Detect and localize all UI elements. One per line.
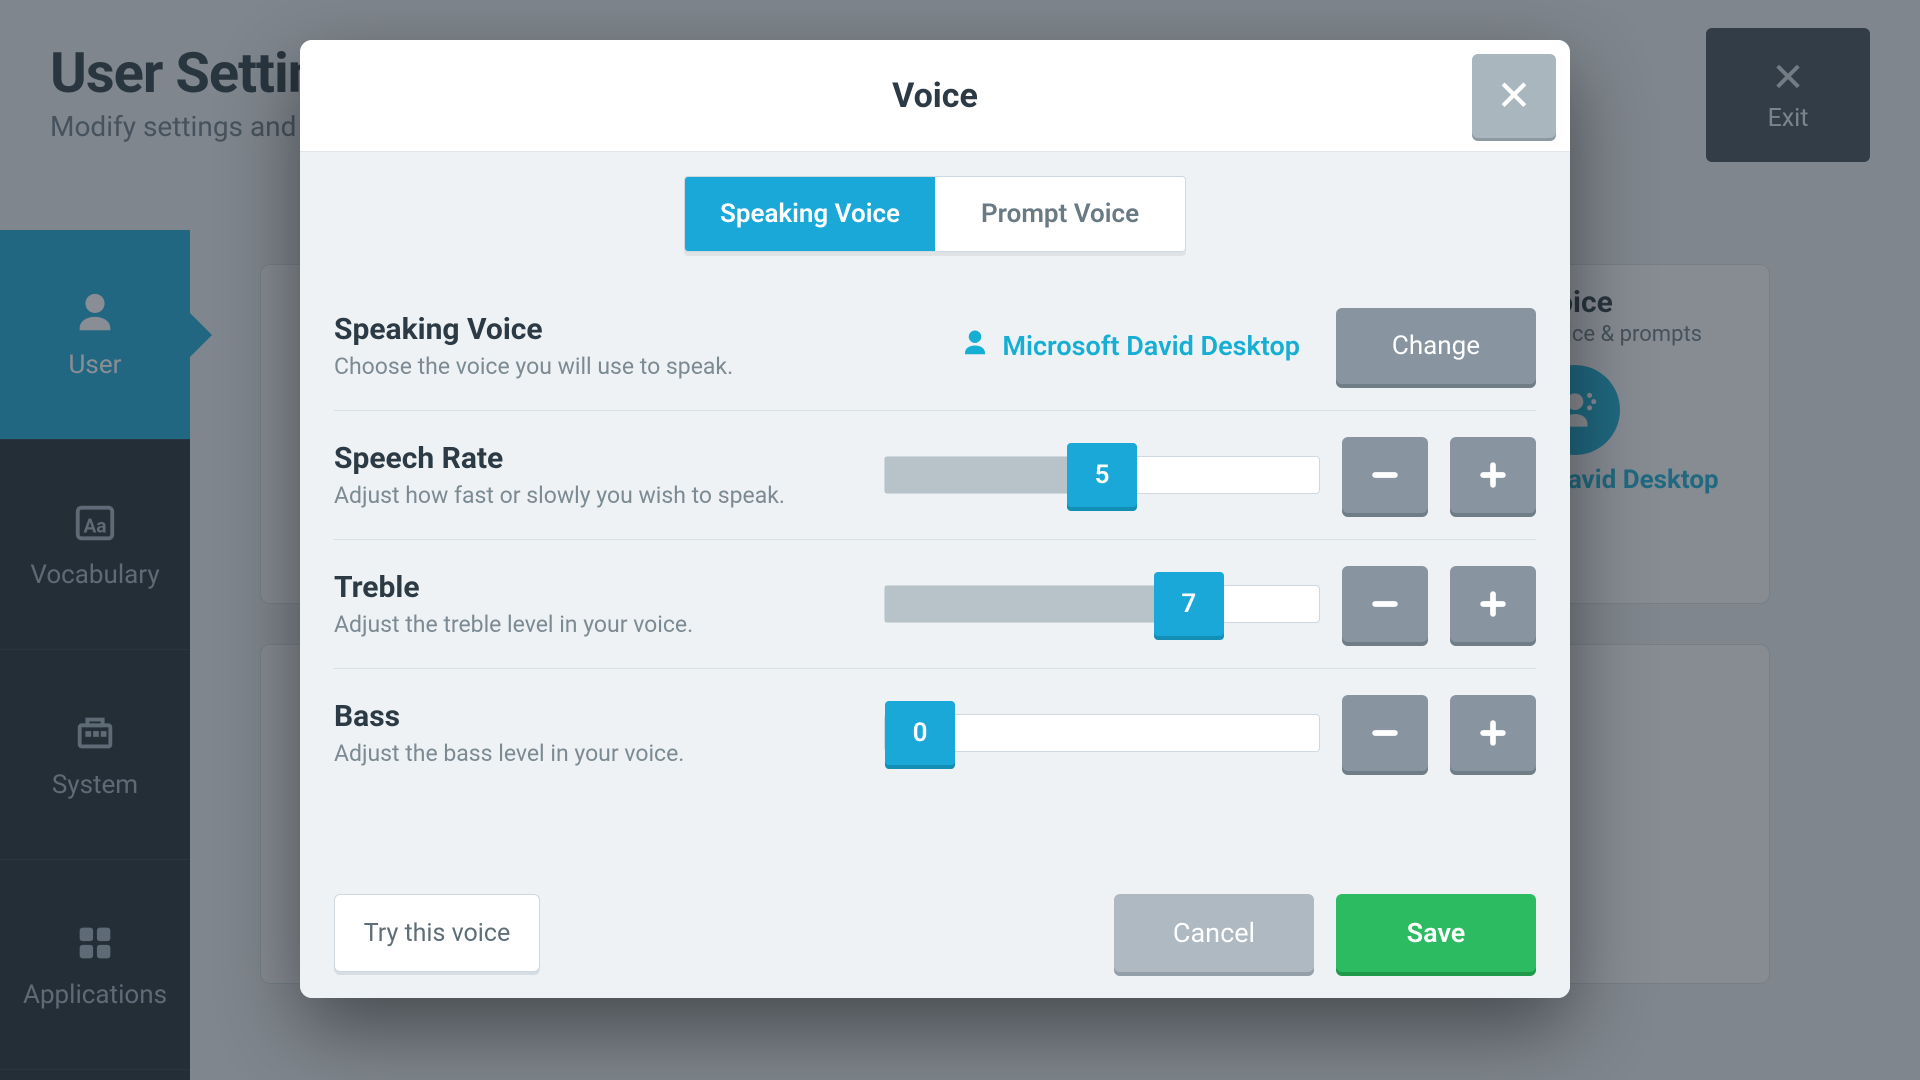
save-button[interactable]: Save: [1336, 894, 1536, 972]
row-heading: Speech Rate: [334, 441, 864, 476]
bass-slider[interactable]: 0: [884, 714, 1320, 752]
speech-rate-increase-button[interactable]: [1450, 437, 1536, 513]
modal-close-button[interactable]: ✕: [1472, 54, 1556, 138]
row-heading: Treble: [334, 570, 864, 605]
minus-icon: [1368, 458, 1402, 492]
plus-icon: [1476, 716, 1510, 750]
row-desc: Adjust the bass level in your voice.: [334, 740, 864, 767]
row-treble: Treble Adjust the treble level in your v…: [334, 540, 1536, 669]
row-desc: Adjust how fast or slowly you wish to sp…: [334, 482, 864, 509]
tab-speaking-voice[interactable]: Speaking Voice: [685, 177, 935, 251]
bass-decrease-button[interactable]: [1342, 695, 1428, 771]
close-icon: ✕: [1496, 71, 1531, 121]
modal-footer: Try this voice Cancel Save: [300, 868, 1570, 998]
slider-thumb[interactable]: 0: [885, 701, 955, 765]
user-icon: [960, 328, 990, 365]
plus-icon: [1476, 458, 1510, 492]
bass-increase-button[interactable]: [1450, 695, 1536, 771]
treble-slider[interactable]: 7: [884, 585, 1320, 623]
row-desc: Adjust the treble level in your voice.: [334, 611, 864, 638]
row-speech-rate: Speech Rate Adjust how fast or slowly yo…: [334, 411, 1536, 540]
row-heading: Bass: [334, 699, 864, 734]
modal-title: Voice: [892, 76, 978, 116]
slider-thumb[interactable]: 7: [1154, 572, 1224, 636]
row-desc: Choose the voice you will use to speak.: [334, 353, 864, 380]
change-voice-button[interactable]: Change: [1336, 308, 1536, 384]
treble-increase-button[interactable]: [1450, 566, 1536, 642]
plus-icon: [1476, 587, 1510, 621]
voice-tabs: Speaking Voice Prompt Voice: [684, 176, 1186, 252]
row-speaking-voice: Speaking Voice Choose the voice you will…: [334, 282, 1536, 411]
try-voice-button[interactable]: Try this voice: [334, 894, 540, 972]
current-voice-name: Microsoft David Desktop: [1002, 330, 1300, 362]
speech-rate-slider[interactable]: 5: [884, 456, 1320, 494]
row-heading: Speaking Voice: [334, 312, 864, 347]
voice-modal: Voice ✕ Speaking Voice Prompt Voice Spea…: [300, 40, 1570, 998]
minus-icon: [1368, 716, 1402, 750]
cancel-button[interactable]: Cancel: [1114, 894, 1314, 972]
treble-decrease-button[interactable]: [1342, 566, 1428, 642]
slider-thumb[interactable]: 5: [1067, 443, 1137, 507]
row-bass: Bass Adjust the bass level in your voice…: [334, 669, 1536, 797]
tab-prompt-voice[interactable]: Prompt Voice: [935, 177, 1185, 251]
current-voice: Microsoft David Desktop: [960, 328, 1300, 365]
minus-icon: [1368, 587, 1402, 621]
speech-rate-decrease-button[interactable]: [1342, 437, 1428, 513]
modal-header: Voice ✕: [300, 40, 1570, 152]
modal-body: Speaking Voice Prompt Voice Speaking Voi…: [300, 152, 1570, 868]
